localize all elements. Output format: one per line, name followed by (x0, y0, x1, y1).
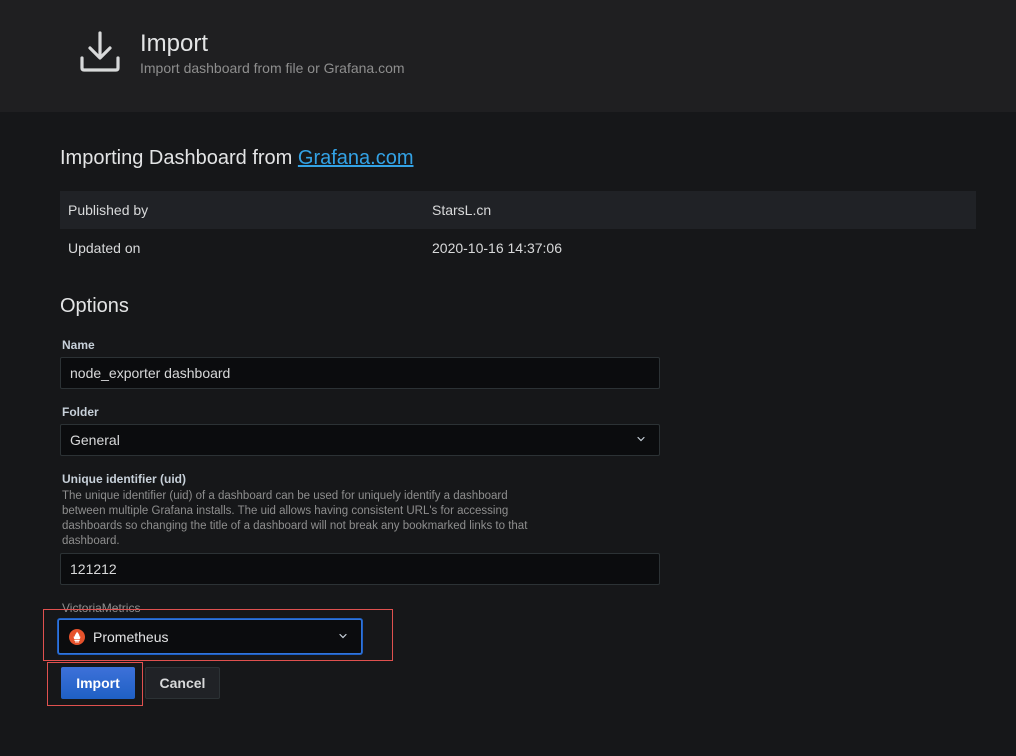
uid-field[interactable]: 121212 (60, 553, 660, 585)
info-value: 2020-10-16 14:37:06 (432, 240, 562, 256)
datasource-select[interactable]: Prometheus (58, 619, 362, 654)
info-value: StarsL.cn (432, 202, 492, 218)
folder-value: General (70, 432, 120, 448)
prometheus-logo-icon (69, 628, 85, 645)
options-heading: Options (60, 295, 129, 317)
chevron-down-icon (637, 436, 645, 442)
chevron-down-icon (339, 633, 347, 639)
grafana-com-link[interactable]: Grafana.com (298, 147, 414, 169)
folder-label: Folder (62, 405, 99, 419)
page-subtitle: Import dashboard from file or Grafana.co… (140, 60, 405, 76)
uid-label: Unique identifier (uid) (62, 472, 186, 486)
import-button[interactable]: Import (61, 667, 135, 699)
page-header: Import Import dashboard from file or Gra… (0, 0, 1016, 112)
info-label: Published by (68, 202, 149, 218)
uid-description: The unique identifier (uid) of a dashboa… (62, 490, 528, 547)
download-icon (80, 31, 120, 72)
importing-heading: Importing Dashboard from Grafana.com (60, 147, 414, 170)
importing-prefix: Importing Dashboard from (60, 147, 298, 169)
name-value: node_exporter dashboard (70, 365, 231, 381)
info-row-published: Published by StarsL.cn (60, 191, 976, 229)
folder-select[interactable]: General (60, 424, 660, 456)
uid-value: 121212 (70, 561, 117, 577)
datasource-value: Prometheus (93, 628, 169, 645)
name-field[interactable]: node_exporter dashboard (60, 357, 660, 389)
info-label: Updated on (68, 240, 141, 256)
cancel-button[interactable]: Cancel (145, 667, 220, 699)
info-row-updated: Updated on 2020-10-16 14:37:06 (60, 229, 976, 267)
name-label: Name (62, 338, 95, 352)
dashboard-info-table: Published by StarsL.cn Updated on 2020-1… (60, 191, 976, 267)
page-title: Import (140, 30, 209, 57)
